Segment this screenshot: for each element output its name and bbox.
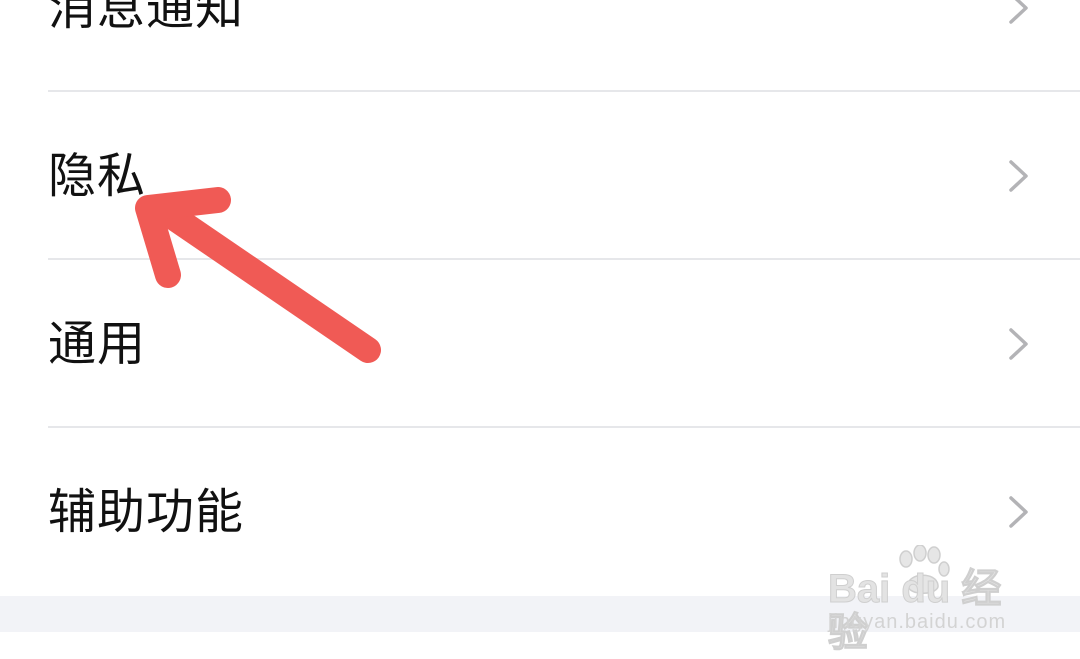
settings-item-privacy[interactable]: 隐私 [0, 92, 1080, 260]
settings-item-label: 通用 [48, 316, 147, 372]
settings-item-label: 隐私 [48, 148, 147, 204]
chevron-right-icon [1009, 160, 1028, 192]
chevron-right-icon [1009, 0, 1028, 24]
chevron-right-icon [1009, 328, 1028, 360]
settings-list: 消息通知 隐私 通用 辅助功能 [0, 0, 1080, 596]
watermark-subtitle: jingyan.baidu.com [828, 611, 1007, 633]
settings-item-general[interactable]: 通用 [0, 260, 1080, 428]
chevron-right-icon [1009, 496, 1028, 528]
settings-item-label: 消息通知 [48, 0, 245, 36]
settings-screen: 消息通知 隐私 通用 辅助功能 Bai du 经验 jingyan.baidu.… [0, 0, 1080, 659]
baidu-jingyan-watermark: Bai du 经验 jingyan.baidu.com [828, 545, 1028, 656]
settings-item-notifications[interactable]: 消息通知 [0, 0, 1080, 92]
settings-item-label: 辅助功能 [48, 484, 245, 540]
